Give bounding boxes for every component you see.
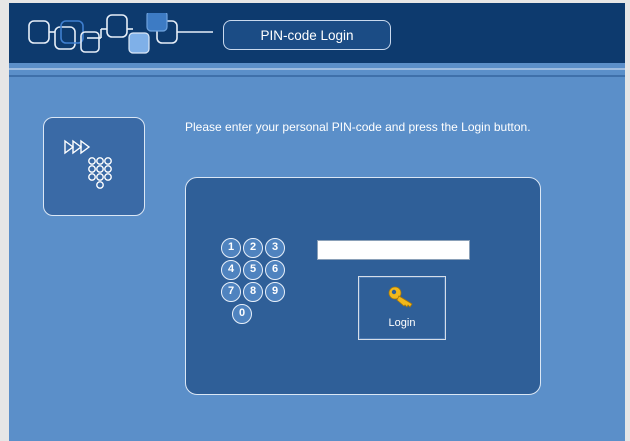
- keypad-key-3[interactable]: 3: [265, 238, 285, 258]
- login-button-label: Login: [388, 317, 416, 329]
- keypad-key-6[interactable]: 6: [265, 260, 285, 280]
- keypad-key-2[interactable]: 2: [243, 238, 263, 258]
- forward-arrows-keypad-icon: [64, 139, 112, 189]
- keypad-key-1[interactable]: 1: [221, 238, 241, 258]
- pin-code-input[interactable]: [317, 240, 470, 260]
- keypad-key-4[interactable]: 4: [221, 260, 241, 280]
- login-panel: 1 2 3 4 5 6 7 8 9 0 Login: [185, 177, 541, 395]
- login-button[interactable]: Login: [358, 276, 446, 340]
- keypad-key-8[interactable]: 8: [243, 282, 263, 302]
- keypad-key-0[interactable]: 0: [232, 304, 252, 324]
- connected-squares-logo-icon: [28, 13, 213, 54]
- keypad-key-7[interactable]: 7: [221, 282, 241, 302]
- header-bar: PIN-code Login: [9, 3, 625, 63]
- header-separator-shadow: [9, 75, 625, 77]
- keypad-key-9[interactable]: 9: [265, 282, 285, 302]
- window-frame-right: [625, 0, 630, 441]
- page-title-tab: PIN-code Login: [223, 20, 391, 50]
- header-separator: [9, 68, 625, 70]
- window-frame-left: [0, 0, 9, 441]
- key-icon: [388, 286, 413, 308]
- pin-entry-illustration: [43, 117, 145, 216]
- instruction-text: Please enter your personal PIN-code and …: [185, 120, 531, 134]
- keypad-key-5[interactable]: 5: [243, 260, 263, 280]
- numeric-keypad: 1 2 3 4 5 6 7 8 9 0: [221, 238, 301, 342]
